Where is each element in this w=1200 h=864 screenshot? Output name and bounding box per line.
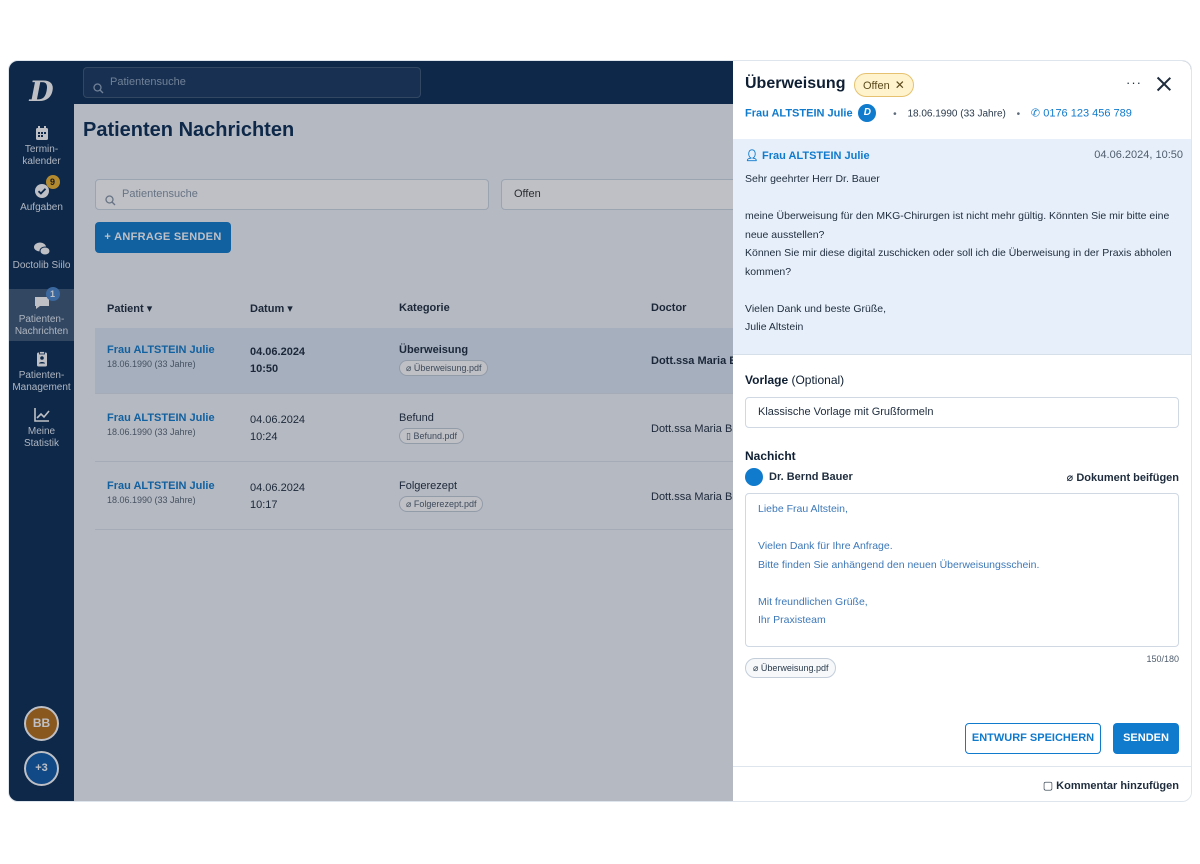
message-datetime: 04.06.2024, 10:50: [1094, 149, 1183, 161]
attach-label: Dokument beifügen: [1076, 472, 1179, 484]
panel-patient-dob: 18.06.1990 (33 Jahre): [907, 108, 1006, 120]
paperclip-icon: ⌀: [753, 663, 761, 673]
paperclip-icon: ⌀: [1066, 472, 1077, 484]
phone-icon: ✆: [1030, 107, 1044, 120]
modal-backdrop[interactable]: [9, 61, 733, 801]
template-select[interactable]: Klassische Vorlage mit Grußformeln: [745, 397, 1179, 428]
app-window: D Termin- kalender 9 Aufgaben Doctolib S…: [8, 60, 1192, 802]
message-sender: 👤︎ Frau ALTSTEIN Julie: [745, 149, 870, 162]
char-counter: 150/180: [1146, 654, 1179, 664]
message-body: Sehr geehrter Herr Dr. Bauer meine Überw…: [745, 173, 1172, 333]
doctolib-user-icon: D: [858, 104, 877, 122]
save-draft-button[interactable]: ENTWURF SPEICHERN: [965, 723, 1101, 754]
attach-document-button[interactable]: ⌀ Dokument beifügen: [1067, 471, 1179, 484]
attachment-chip[interactable]: ⌀ Überweisung.pdf: [745, 658, 837, 678]
more-options-icon[interactable]: ···: [1126, 75, 1142, 90]
message-detail-panel: Überweisung Offen ✕ ··· Frau ALTSTEIN Jul…: [733, 61, 1191, 801]
status-badge[interactable]: Offen ✕: [854, 73, 914, 97]
panel-title: Überweisung: [745, 75, 846, 92]
sender-name: Dr. Bernd Bauer: [769, 470, 853, 483]
attachment-name: Überweisung.pdf: [760, 663, 829, 673]
sender-avatar: [745, 468, 763, 486]
panel-patient-phone[interactable]: 0176 123 456 789: [1043, 108, 1132, 120]
patient-info-line: Frau ALTSTEIN Julie D • 18.06.1990 (33 J…: [745, 104, 1132, 124]
remove-status-icon[interactable]: ✕: [895, 78, 905, 92]
status-label: Offen: [863, 80, 890, 92]
message-sender-name: Frau ALTSTEIN Julie: [762, 150, 870, 162]
panel-patient-name[interactable]: Frau ALTSTEIN Julie: [745, 108, 853, 120]
incoming-message: 👤︎ Frau ALTSTEIN Julie 04.06.2024, 10:50…: [733, 139, 1191, 355]
add-comment-label: Kommentar hinzufügen: [1056, 780, 1179, 792]
close-icon[interactable]: [1155, 75, 1173, 93]
send-button[interactable]: SENDEN: [1113, 723, 1179, 754]
nachricht-label: Nachicht: [745, 449, 796, 463]
panel-footer: ▢ Kommentar hinzufügen: [733, 766, 1191, 801]
person-icon: 👤︎: [745, 150, 763, 162]
vorlage-label: Vorlage (Optional): [745, 373, 845, 387]
reply-sender: Dr. Bernd Bauer: [745, 468, 853, 486]
add-comment-button[interactable]: ▢ Kommentar hinzufügen: [1043, 779, 1179, 792]
note-icon: ▢: [1042, 780, 1057, 792]
reply-textarea[interactable]: Liebe Frau Altstein, Vielen Dank für Ihr…: [745, 493, 1179, 647]
